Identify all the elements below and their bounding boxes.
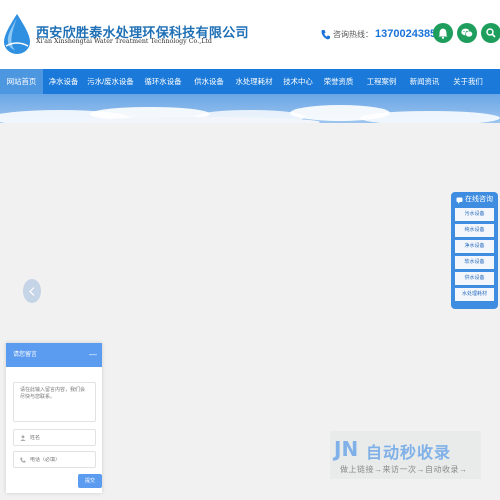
- site-header: 西安欣胜泰水处理环保科技有限公司 Xi'an Xinshengtai Water…: [0, 0, 500, 69]
- phone-field[interactable]: [13, 451, 96, 468]
- phone-input[interactable]: [30, 456, 90, 463]
- nav-item-honors[interactable]: 荣誉资质: [317, 69, 360, 94]
- name-field[interactable]: [13, 429, 96, 446]
- service-item-softening[interactable]: 软水设备: [455, 256, 494, 269]
- nav-item-news[interactable]: 新闻资讯: [403, 69, 446, 94]
- message-header[interactable]: 请您留言 —: [6, 343, 102, 367]
- user-icon: [20, 434, 26, 441]
- wechat-icon: [461, 28, 473, 38]
- hotline: 咨询热线： 13700243856: [321, 28, 442, 40]
- nav-item-tech-center[interactable]: 技术中心: [279, 69, 317, 94]
- search-button[interactable]: [481, 23, 500, 43]
- main-nav: 网站首页 净水设备 污水/废水设备 循环水设备 供水设备 水处理耗材 技术中心 …: [0, 69, 500, 94]
- wechat-button[interactable]: [457, 23, 477, 43]
- watermark-logo: JN: [334, 437, 359, 461]
- online-service-title: 在线咨询: [465, 196, 493, 203]
- bell-button[interactable]: [433, 23, 453, 43]
- service-item-consumables[interactable]: 水处理耗材: [455, 288, 494, 301]
- nav-item-water-supply[interactable]: 供水设备: [189, 69, 229, 94]
- service-item-pure-water[interactable]: 纯水设备: [455, 224, 494, 237]
- nav-item-consumables[interactable]: 水处理耗材: [229, 69, 279, 94]
- nav-item-wastewater[interactable]: 污水/废水设备: [84, 69, 137, 94]
- message-title: 请您留言: [13, 352, 38, 358]
- banner-sky-image: [0, 94, 500, 123]
- chevron-left-icon: [29, 286, 35, 296]
- watermark-slogan: 做上链接→来访一次→自动收录→: [340, 465, 468, 474]
- online-service-header[interactable]: 在线咨询: [451, 192, 498, 208]
- message-widget: 请您留言 — 提交: [6, 343, 102, 493]
- minimize-icon[interactable]: —: [89, 343, 97, 367]
- search-icon: [486, 28, 496, 38]
- slider-prev-button[interactable]: [23, 279, 41, 303]
- online-service-panel: 在线咨询 污水设备 纯水设备 净水设备 软水设备 供水设备 水处理耗材: [451, 192, 498, 309]
- submit-button[interactable]: 提交: [78, 474, 102, 488]
- hotline-label: 咨询热线：: [333, 29, 373, 39]
- service-item-sewage[interactable]: 污水设备: [455, 208, 494, 221]
- water-drop-logo-icon[interactable]: [2, 12, 32, 54]
- phone-icon: [20, 457, 26, 463]
- phone-icon: [321, 29, 330, 39]
- nav-item-circulating-water[interactable]: 循环水设备: [137, 69, 189, 94]
- nav-item-about[interactable]: 关于我们: [446, 69, 490, 94]
- service-item-supply[interactable]: 供水设备: [455, 272, 494, 285]
- service-item-purification[interactable]: 净水设备: [455, 240, 494, 253]
- chat-icon: [456, 197, 463, 204]
- cloud-decoration: [0, 105, 500, 123]
- name-input[interactable]: [30, 434, 90, 441]
- nav-item-home[interactable]: 网站首页: [0, 69, 43, 94]
- nav-item-projects[interactable]: 工程案例: [360, 69, 403, 94]
- message-content-input[interactable]: [13, 382, 96, 422]
- auto-index-watermark[interactable]: JN 自动秒收录 做上链接→来访一次→自动收录→: [330, 431, 481, 479]
- bell-icon: [438, 28, 448, 39]
- company-name-en: Xi'an Xinshengtai Water Treatment Techno…: [36, 38, 212, 45]
- watermark-title: 自动秒收录: [366, 445, 452, 462]
- nav-item-water-purification[interactable]: 净水设备: [43, 69, 84, 94]
